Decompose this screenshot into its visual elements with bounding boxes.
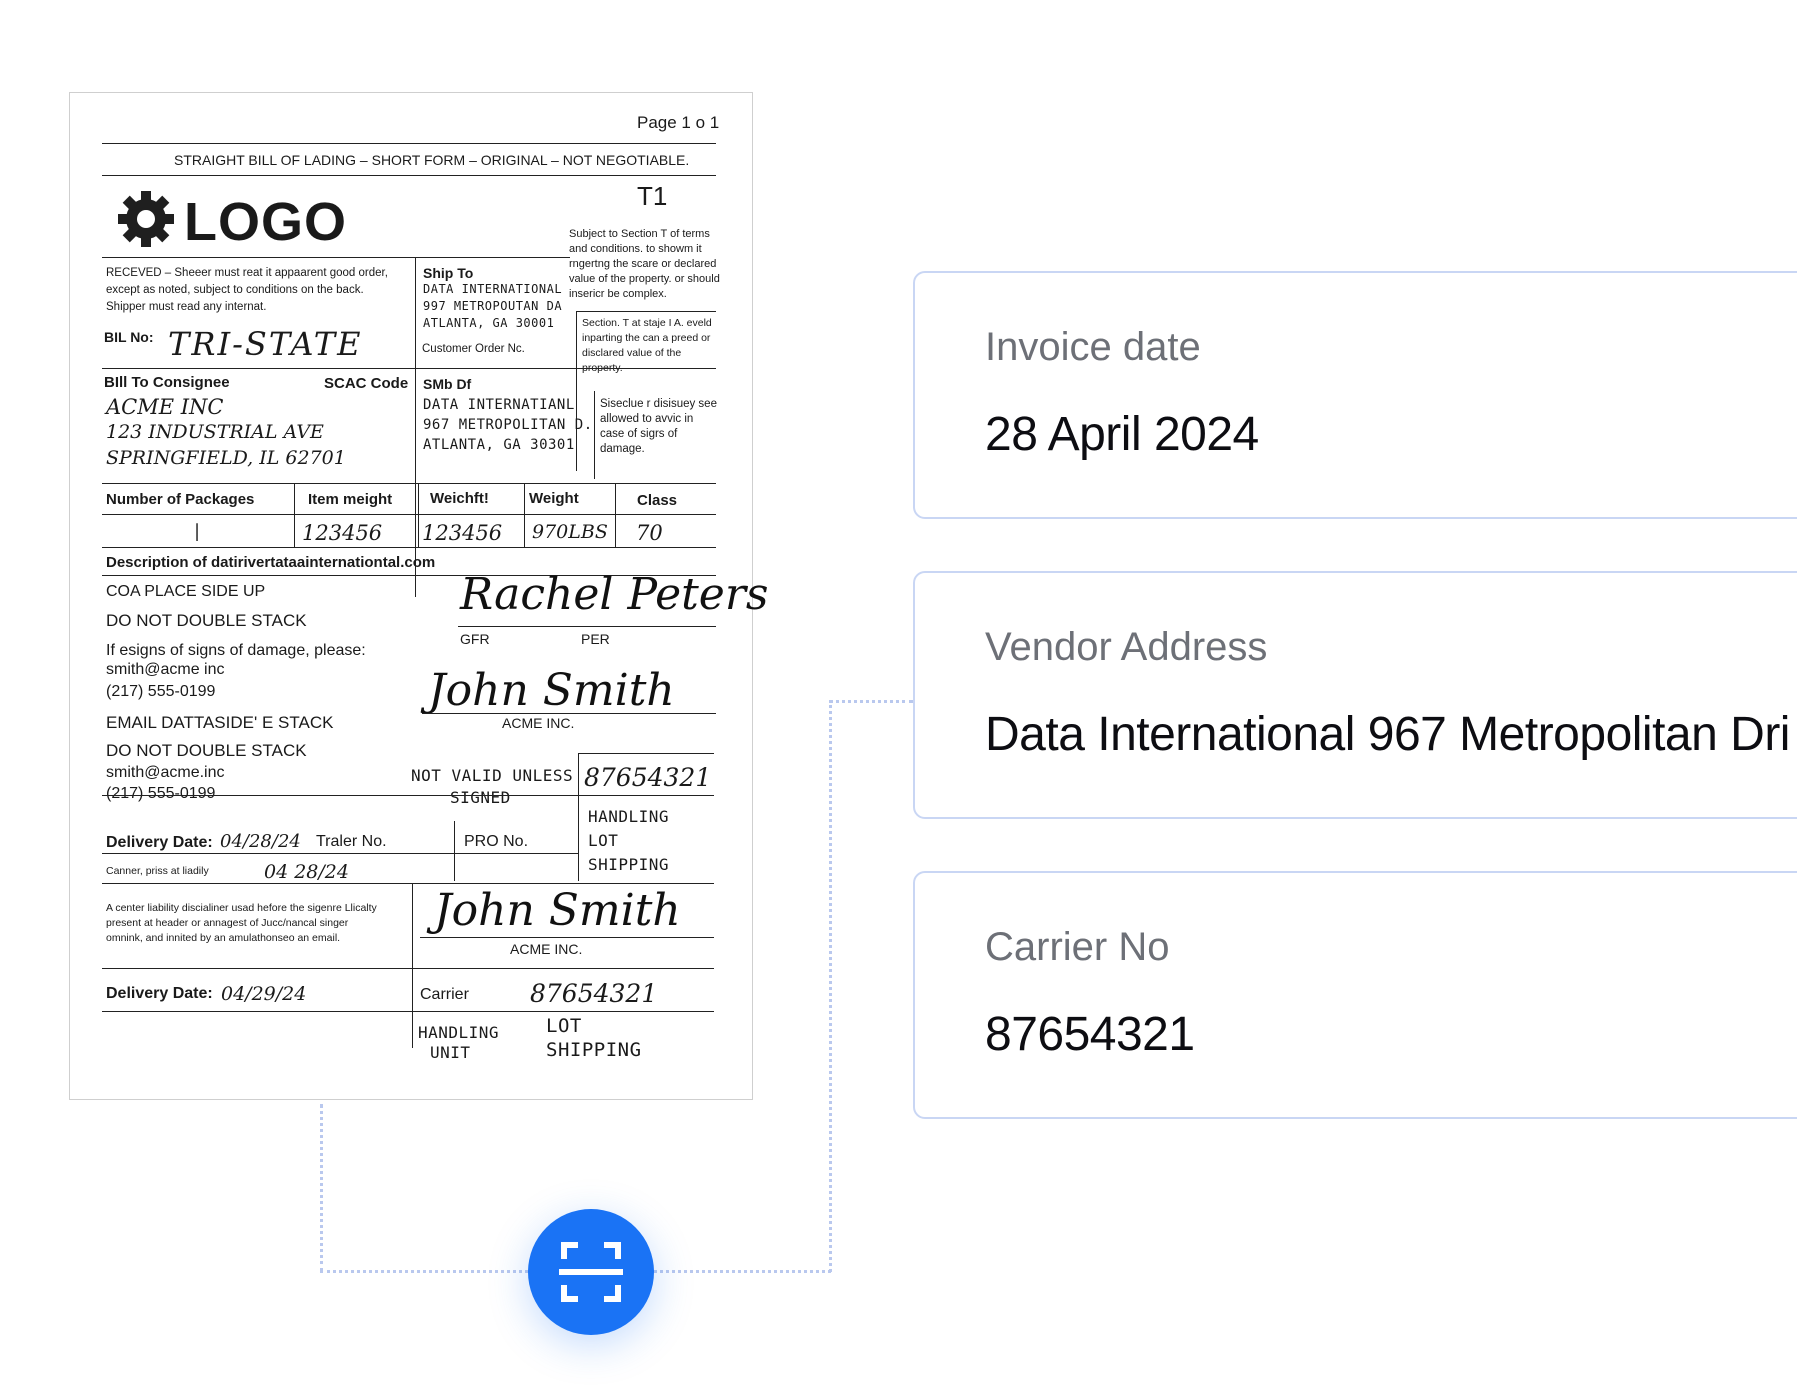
disclaimer-text: Sisecluе r disisuey see allowed to avvic… bbox=[600, 398, 717, 455]
field-label: Vendor Address bbox=[985, 625, 1268, 669]
table-value-item-weight: 123456 bbox=[302, 521, 383, 545]
bill-to-line-2: 123 INDUSTRIAL AVE bbox=[106, 421, 324, 443]
desc-line-1: COA PLACE SIDE UP bbox=[106, 583, 266, 600]
field-label: Invoice date bbox=[985, 325, 1201, 369]
number-box-value: 87654321 bbox=[584, 763, 712, 792]
carrier-value: 87654321 bbox=[530, 979, 658, 1008]
desc-line-3: If esigns of signs of damage, please: bbox=[106, 642, 366, 659]
desc-line-8: smith@acme.inc bbox=[106, 764, 225, 781]
bil-no-label: BIL No: bbox=[104, 329, 154, 345]
handling-line-2: LOT bbox=[588, 831, 619, 850]
ship-to-line-3: ATLANTA, GA 30001 bbox=[423, 316, 555, 330]
desc-line-9: (217) 555-0199 bbox=[106, 785, 216, 802]
desc-line-7: DO NOT DOUBLE STACK bbox=[106, 741, 307, 760]
ship-df-line-1: DATA INTERNATIANL bbox=[423, 397, 575, 413]
terms-text: Subject to Section T of terms and condit… bbox=[569, 228, 720, 300]
liability-text: A center liability discialiner usad hefo… bbox=[106, 902, 377, 944]
table-value-class: 70 bbox=[636, 521, 663, 545]
acme-inc-label-2: ACME INC. bbox=[510, 941, 583, 957]
desc-line-5: (217) 555-0199 bbox=[106, 683, 216, 700]
gfr-label: GFR bbox=[460, 631, 490, 647]
table-value-weight-1: 123456 bbox=[422, 521, 503, 545]
gear-icon bbox=[116, 189, 176, 254]
trailer-no-label: Traler No. bbox=[316, 833, 387, 850]
signature-rachel-peters: Rachel Peters bbox=[460, 569, 769, 620]
scac-label: SCAC Code bbox=[324, 375, 409, 392]
delivery-date-label-1: Delivery Date: bbox=[106, 834, 213, 851]
connector-line-right bbox=[829, 700, 832, 1272]
field-value: Data International 967 Metropolitan Dri bbox=[985, 708, 1790, 761]
document-header: STRAIGHT BILL OF LADING – SHORT FORM – O… bbox=[174, 152, 690, 168]
field-card-carrier-no[interactable]: Carrier No 87654321 bbox=[913, 871, 1797, 1119]
field-card-vendor-address[interactable]: Vendor Address Data International 967 Me… bbox=[913, 571, 1797, 819]
t1-label: T1 bbox=[637, 181, 668, 211]
ship-df-line-2: 967 METROPOLITAN D. bbox=[423, 417, 593, 433]
table-header-weight-2: Weight bbox=[529, 490, 579, 507]
bill-of-lading-document: Page 1 o 1 STRAIGHT BILL OF LADING – SHO… bbox=[69, 92, 768, 1100]
handling-line-1: HANDLING bbox=[588, 807, 670, 826]
bil-no-value: TRI-STATE bbox=[168, 325, 363, 363]
description-label: Description of datirivertataainternation… bbox=[106, 554, 436, 571]
ship-to-line-2: 997 METROPOUTAN DA bbox=[423, 299, 563, 313]
desc-line-2: DO NOT DOUBLE STACK bbox=[106, 611, 307, 630]
signature-john-smith-2: John Smith bbox=[434, 885, 681, 936]
logo-text: LOGO bbox=[184, 192, 347, 252]
delivery-date-value-2: 04/29/24 bbox=[221, 983, 307, 1005]
desc-line-6: EMAIL DATTASIDE' E STACK bbox=[106, 713, 334, 732]
per-label: PER bbox=[581, 631, 610, 647]
table-header-packages: Number of Packages bbox=[106, 491, 255, 508]
scan-icon bbox=[559, 1242, 623, 1302]
connector-line-to-card bbox=[829, 700, 913, 703]
pro-no-label: PRO No. bbox=[464, 833, 529, 850]
section-text: Section. T at staje I A. eveld inparting… bbox=[582, 317, 712, 374]
not-valid-line-2: SIGNED bbox=[450, 788, 511, 807]
page-label: Page 1 o 1 bbox=[637, 113, 720, 132]
connector-line-bottom-left bbox=[320, 1270, 528, 1273]
table-header-class: Class bbox=[637, 492, 678, 509]
table-header-item-weight: Item meight bbox=[308, 491, 393, 508]
lot-shipping-line-2: SHIPPING bbox=[546, 1039, 642, 1061]
bill-to-line-3: SPRINGFIELD, IL 62701 bbox=[106, 447, 346, 469]
ship-df-line-3: ATLANTA, GA 30301 bbox=[423, 437, 575, 453]
carrier-label: Carrier bbox=[420, 986, 469, 1003]
connector-line-bottom-right bbox=[654, 1270, 831, 1273]
connector-line-left bbox=[320, 1104, 323, 1272]
table-value-weight-2: 970LBS bbox=[532, 521, 608, 543]
ship-to-label: Ship To bbox=[423, 265, 474, 281]
delivery-date-value-1: 04/28/24 bbox=[220, 831, 301, 852]
handling-unit-line-1: HANDLING bbox=[418, 1023, 500, 1042]
field-value: 87654321 bbox=[985, 1008, 1195, 1061]
field-value: 28 April 2024 bbox=[985, 408, 1259, 461]
carrier-liability-value: 04 28/24 bbox=[264, 861, 349, 883]
carrier-liability-label: Canner, priss at liadily bbox=[106, 865, 209, 877]
field-label: Carrier No bbox=[985, 925, 1170, 969]
handling-unit-line-2: UNIT bbox=[430, 1043, 471, 1062]
desc-line-4: smith@acme inc bbox=[106, 661, 225, 678]
delivery-date-label-2: Delivery Date: bbox=[106, 985, 213, 1002]
ship-to-line-1: DATA INTERNATIONAL bbox=[423, 282, 563, 296]
table-header-weight-1: Weichft! bbox=[430, 490, 489, 507]
ship-df-label: SMb Df bbox=[423, 376, 472, 392]
handling-line-3: SHIPPING bbox=[588, 855, 670, 874]
scan-button[interactable] bbox=[528, 1209, 654, 1335]
customer-order-label: Customer Order Nc. bbox=[422, 343, 525, 355]
not-valid-line-1: NOT VALID UNLESS bbox=[411, 766, 574, 785]
lot-shipping-line-1: LOT bbox=[546, 1015, 582, 1037]
received-text: RECEVED – Sheeer must reat it appaarent … bbox=[106, 267, 388, 313]
bill-to-label: BIll To Consignee bbox=[104, 374, 230, 391]
acme-inc-label: ACME INC. bbox=[502, 715, 575, 731]
bill-to-line-1: ACME INC bbox=[106, 395, 224, 419]
table-value-packages: | bbox=[194, 521, 201, 542]
field-card-invoice-date[interactable]: Invoice date 28 April 2024 bbox=[913, 271, 1797, 519]
signature-john-smith: John Smith bbox=[428, 665, 675, 716]
